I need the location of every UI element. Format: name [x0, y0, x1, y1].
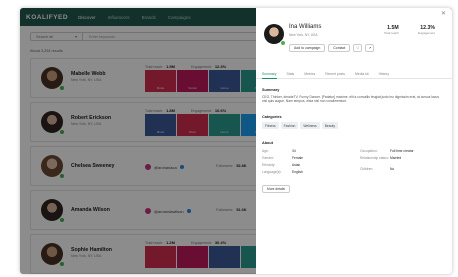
profile-total-reach: 1.5M Total reach — [384, 25, 399, 35]
app-window: KOALIFYED Discover Influencers Brands Ca… — [20, 8, 452, 274]
about-key: Language(s): — [262, 170, 282, 174]
about-key: Relationship status: — [360, 156, 389, 160]
tab-recent-posts[interactable]: Recent posts — [325, 70, 345, 79]
status-badge — [280, 40, 286, 46]
category-chip[interactable]: Fitness — [262, 122, 279, 130]
total-reach-label: Total reach — [384, 31, 399, 35]
about-children: Children: No — [360, 167, 394, 171]
about-key: Occupation: — [360, 149, 378, 153]
about-key: Ethnicity: — [262, 163, 276, 167]
about-value: English — [292, 170, 303, 174]
category-chip[interactable]: Wellness — [300, 122, 320, 130]
more-details-button[interactable]: More details — [262, 185, 290, 193]
about-languages: Language(s): English — [262, 170, 303, 174]
summary-text: CEO, Thinker, #madeTV, Funny Dancer. [Pa… — [262, 95, 440, 104]
about-value: Female — [292, 156, 303, 160]
profile-location: New York, NY, USA — [289, 33, 318, 37]
add-to-campaign-button[interactable]: Add to campaign — [289, 44, 326, 52]
tab-summary[interactable]: Summary — [262, 70, 277, 79]
about-key: Children: — [360, 167, 374, 171]
profile-name: Ina Williams — [289, 24, 322, 30]
category-chip[interactable]: Fashion — [280, 122, 299, 130]
about-age: Age: 34 — [262, 149, 296, 153]
contact-button[interactable]: Contact — [328, 44, 351, 52]
about-heading: About — [262, 141, 273, 145]
share-icon[interactable]: ↗ — [365, 44, 375, 52]
about-value: Full time creator — [390, 149, 414, 153]
tab-media-kit[interactable]: Media kit — [355, 70, 369, 79]
about-value: No — [390, 167, 395, 171]
tab-metrics[interactable]: Metrics — [304, 70, 315, 79]
tab-stats[interactable]: Stats — [287, 70, 295, 79]
profile-drawer: ✕ Ina Williams New York, NY, USA 1.5M To… — [256, 8, 452, 274]
category-chip[interactable]: Beauty — [321, 122, 338, 130]
about-occupation: Occupation: Full time creator — [360, 149, 414, 153]
heart-icon[interactable]: ♡ — [353, 44, 363, 52]
close-icon[interactable]: ✕ — [441, 10, 446, 17]
categories-heading: Categories — [262, 115, 282, 119]
category-chips: Fitness Fashion Wellness Beauty — [262, 122, 338, 130]
about-relationship: Relationship status:Married — [360, 156, 401, 160]
about-value: Asian — [292, 163, 301, 167]
engagement-label: Engagement — [418, 31, 436, 35]
profile-engagement: 12.3% Engagement — [418, 25, 435, 35]
about-ethnicity: Ethnicity: Asian — [262, 163, 300, 167]
about-key: Age: — [262, 149, 269, 153]
about-key: Gender: — [262, 156, 274, 160]
profile-actions: Add to campaign Contact ♡ ↗ — [289, 44, 375, 52]
summary-heading: Summary — [262, 88, 280, 92]
about-value: Married — [390, 156, 402, 160]
about-value: 34 — [292, 149, 296, 153]
about-gender: Gender: Female — [262, 156, 303, 160]
tab-history[interactable]: History — [379, 70, 390, 79]
profile-tabs: Summary Stats Metrics Recent posts Media… — [256, 70, 452, 79]
